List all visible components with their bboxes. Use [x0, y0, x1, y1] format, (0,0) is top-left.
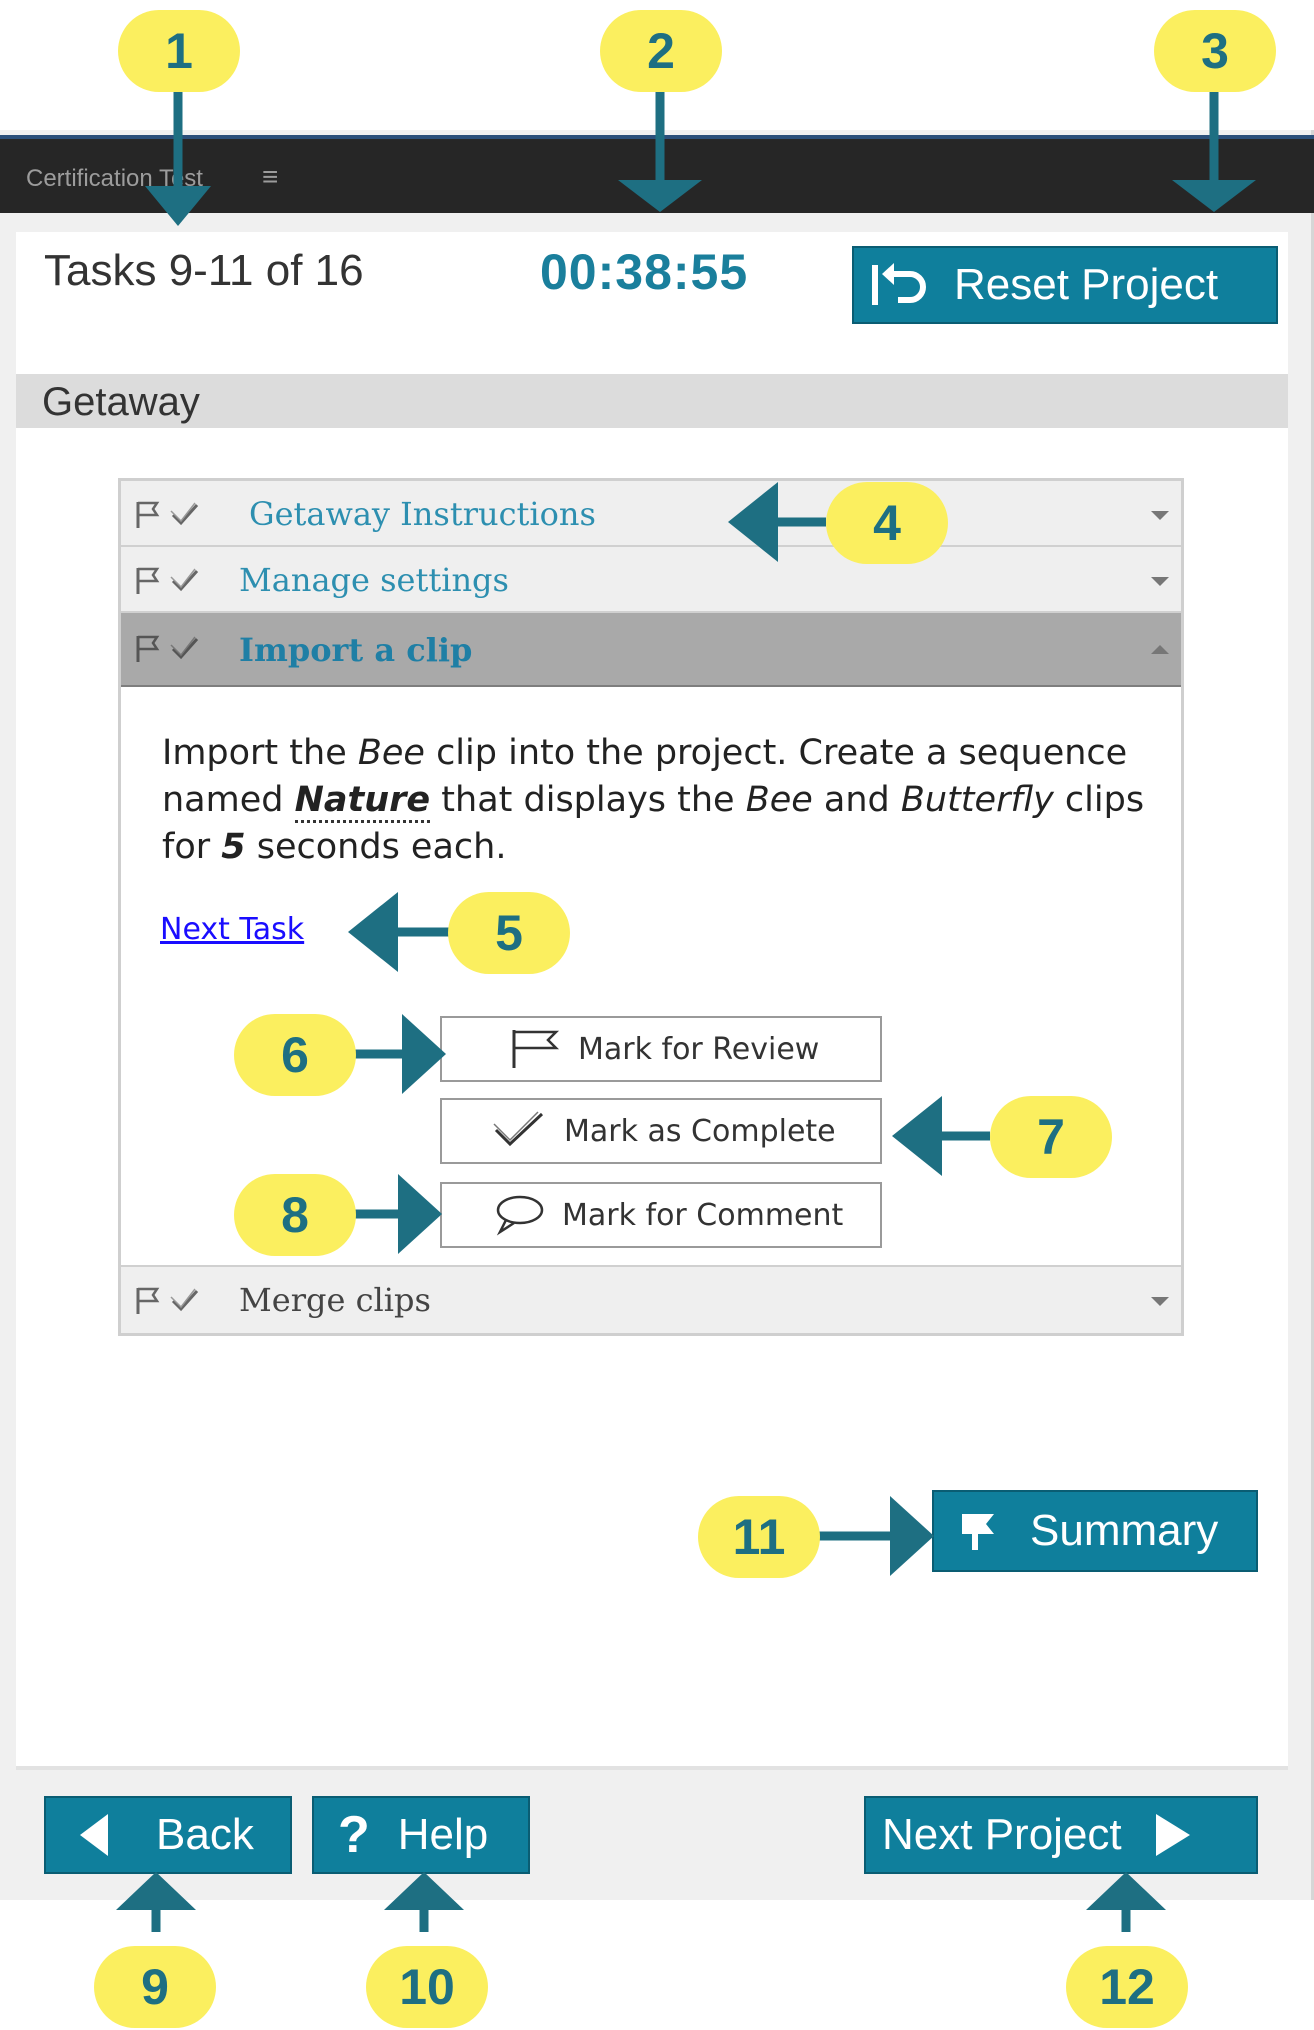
hamburger-icon[interactable]: ≡: [262, 161, 278, 193]
chevron-down-icon: [1151, 1297, 1169, 1306]
task-label: Getaway Instructions: [249, 495, 596, 533]
callout-marker: 8: [234, 1174, 356, 1256]
comment-icon: [496, 1195, 544, 1236]
mark-for-review-button[interactable]: Mark for Review: [440, 1016, 882, 1082]
check-icon: [493, 1111, 544, 1147]
tasks-counter: Tasks 9-11 of 16: [44, 246, 364, 295]
instr-nature: Nature: [294, 780, 431, 823]
callout-marker: 12: [1066, 1946, 1188, 2028]
instr-text: and: [812, 780, 901, 820]
mark-for-comment-label: Mark for Comment: [562, 1197, 844, 1233]
project-title-bar: Getaway: [16, 374, 1288, 428]
reset-icon: [872, 263, 926, 305]
callout-marker: 11: [698, 1496, 820, 1578]
callout-marker: 5: [448, 892, 570, 974]
window-titlebar: Certification Test ≡: [0, 135, 1314, 213]
flag-icon: [512, 1030, 560, 1068]
back-label: Back: [156, 1810, 254, 1859]
mark-for-review-label: Mark for Review: [578, 1031, 820, 1067]
task-instructions: Import the Bee clip into the project. Cr…: [162, 730, 1152, 871]
arrow-left-icon: [80, 1814, 108, 1856]
task-header-merge-clips[interactable]: Merge clips: [121, 1265, 1181, 1333]
back-button[interactable]: Back: [44, 1796, 292, 1874]
instr-butterfly: Butterfly: [900, 780, 1054, 820]
callout-marker: 10: [366, 1946, 488, 2028]
task-label: Import a clip: [239, 631, 473, 669]
flag-check-icons: [136, 501, 199, 528]
project-name: Getaway: [42, 380, 200, 424]
flag-summary-icon: [962, 1514, 994, 1550]
task-header-manage-settings[interactable]: Manage settings: [121, 547, 1181, 613]
help-icon: ?: [338, 1806, 370, 1864]
arrow-right-icon: [1155, 1814, 1190, 1856]
flag-check-icons: [136, 635, 199, 662]
footer-divider: [16, 1766, 1288, 1770]
instr-text: seconds each.: [245, 827, 507, 867]
flag-check-icons: [136, 567, 199, 594]
mark-for-comment-button[interactable]: Mark for Comment: [440, 1182, 882, 1248]
countdown-timer: 00:38:55: [540, 244, 749, 300]
instr-bee: Bee: [357, 733, 425, 773]
instr-text: that displays the: [430, 780, 746, 820]
callout-marker: 1: [118, 10, 240, 92]
window-title: Certification Test: [26, 165, 203, 192]
next-task-link[interactable]: Next Task: [160, 912, 304, 947]
instr-five: 5: [221, 827, 246, 867]
callout-marker: 7: [990, 1096, 1112, 1178]
reset-project-label: Reset Project: [954, 260, 1219, 309]
help-label: Help: [397, 1810, 489, 1859]
callout-marker: 2: [600, 10, 722, 92]
summary-label: Summary: [1030, 1506, 1219, 1555]
chevron-up-icon: [1151, 645, 1169, 654]
task-header-import-a-clip[interactable]: Import a clip: [121, 613, 1181, 687]
callout-marker: 4: [826, 482, 948, 564]
instr-bee: Bee: [745, 780, 813, 820]
callout-marker: 3: [1154, 10, 1276, 92]
next-project-label: Next Project: [882, 1810, 1122, 1859]
flag-check-icons: [136, 1287, 199, 1314]
reset-project-button[interactable]: Reset Project: [852, 246, 1278, 324]
help-button[interactable]: ? Help: [312, 1796, 530, 1874]
task-label: Merge clips: [239, 1281, 431, 1319]
chevron-down-icon: [1151, 577, 1169, 586]
callout-marker: 9: [94, 1946, 216, 2028]
mark-as-complete-button[interactable]: Mark as Complete: [440, 1098, 882, 1164]
callout-marker: 6: [234, 1014, 356, 1096]
next-project-button[interactable]: Next Project: [864, 1796, 1258, 1874]
chevron-down-icon: [1151, 511, 1169, 520]
mark-as-complete-label: Mark as Complete: [564, 1113, 836, 1149]
instr-text: Import the: [162, 733, 358, 773]
task-header-getaway-instructions[interactable]: Getaway Instructions: [121, 481, 1181, 547]
task-label: Manage settings: [239, 561, 509, 599]
summary-button[interactable]: Summary: [932, 1490, 1258, 1572]
